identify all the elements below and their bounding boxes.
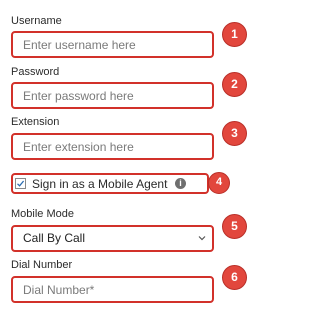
extension-label: Extension xyxy=(11,116,60,128)
annotation-badge-1: 1 xyxy=(222,22,247,47)
mobile-agent-row: Sign in as a Mobile Agent i xyxy=(11,173,209,194)
username-label: Username xyxy=(11,15,62,27)
mobile-mode-value: Call By Call xyxy=(23,231,86,245)
dial-number-input[interactable] xyxy=(23,278,203,301)
mobile-mode-label: Mobile Mode xyxy=(11,208,74,220)
annotation-badge-2: 2 xyxy=(222,72,247,97)
annotation-badge-4: 4 xyxy=(208,172,230,194)
annotation-badge-5: 5 xyxy=(222,214,247,239)
mobile-mode-select[interactable]: Call By Call xyxy=(11,225,214,252)
username-input[interactable] xyxy=(23,33,203,56)
password-field-frame xyxy=(11,82,214,109)
password-label: Password xyxy=(11,66,60,78)
extension-field-frame xyxy=(11,133,214,160)
mobile-agent-label[interactable]: Sign in as a Mobile Agent xyxy=(32,177,167,191)
username-field-frame xyxy=(11,31,214,58)
password-input[interactable] xyxy=(23,84,203,107)
dial-number-field-frame xyxy=(11,276,214,303)
annotation-badge-6: 6 xyxy=(222,265,247,290)
mobile-agent-checkbox[interactable] xyxy=(15,178,26,189)
info-icon[interactable]: i xyxy=(175,178,186,189)
annotation-badge-3: 3 xyxy=(222,121,247,146)
checkmark-icon xyxy=(17,180,25,187)
chevron-down-icon xyxy=(198,236,206,241)
dial-number-label: Dial Number xyxy=(11,259,73,271)
extension-input[interactable] xyxy=(23,135,203,158)
